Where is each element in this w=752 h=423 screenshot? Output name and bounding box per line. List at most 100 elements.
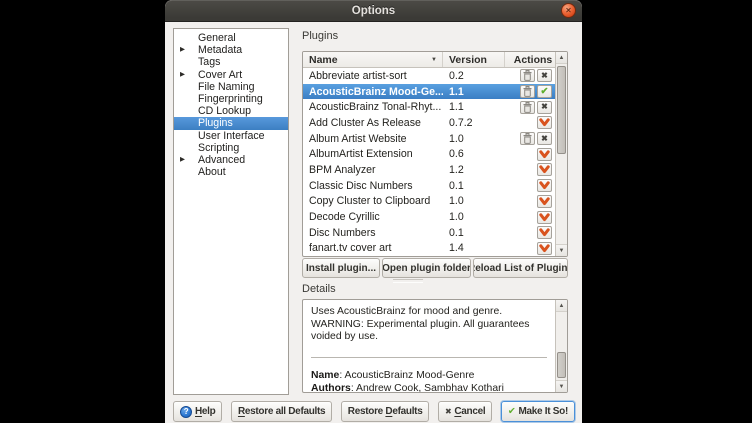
download-plugin-button[interactable] xyxy=(537,116,552,129)
plugin-actions xyxy=(505,226,555,239)
scrollbar-thumb[interactable] xyxy=(557,66,566,154)
sidebar-item-tags[interactable]: Tags xyxy=(174,56,288,68)
download-icon xyxy=(539,181,550,190)
download-plugin-button[interactable] xyxy=(537,179,552,192)
download-icon xyxy=(539,150,550,159)
sidebar-item-label: Plugins xyxy=(198,117,233,129)
sidebar-item-general[interactable]: General xyxy=(174,32,288,44)
plugin-enabled-toggle[interactable]: ✔ xyxy=(537,85,552,98)
sidebar-item-fingerprinting[interactable]: Fingerprinting xyxy=(174,93,288,105)
trash-icon xyxy=(523,102,532,113)
options-dialog: Options ✕ General▶MetadataTags▶Cover Art… xyxy=(165,0,582,423)
column-header-actions[interactable]: Actions xyxy=(505,52,555,67)
plugin-version: 0.1 xyxy=(443,227,505,239)
plugin-actions: ✖ xyxy=(505,132,555,145)
x-icon: ✖ xyxy=(541,135,548,143)
plugin-row[interactable]: Disc Numbers0.1 xyxy=(303,225,555,241)
expand-arrow-icon[interactable]: ▶ xyxy=(180,69,185,81)
x-icon: ✖ xyxy=(541,103,548,111)
plugin-row[interactable]: AcousticBrainz Mood-Ge...1.1✔ xyxy=(303,84,555,100)
sidebar-item-metadata[interactable]: ▶ Metadata xyxy=(174,44,288,56)
plugin-name: Add Cluster As Release xyxy=(303,117,443,129)
cancel-button[interactable]: ✖Cancel xyxy=(438,401,492,422)
sidebar-item-label: User Interface xyxy=(198,130,265,142)
uninstall-plugin-button[interactable] xyxy=(520,132,535,145)
sidebar-item-label: Fingerprinting xyxy=(198,93,263,105)
sidebar-item-cover-art[interactable]: ▶Cover Art xyxy=(174,69,288,81)
sidebar-item-cd-lookup[interactable]: CD Lookup xyxy=(174,105,288,117)
restore-defaults-button[interactable]: Restore Defaults xyxy=(341,401,430,422)
scroll-down-button[interactable]: ▼ xyxy=(556,380,567,392)
plugin-row[interactable]: AlbumArtist Extension0.6 xyxy=(303,146,555,162)
close-button[interactable]: ✕ xyxy=(561,3,576,18)
download-plugin-button[interactable] xyxy=(537,163,552,176)
plugin-row[interactable]: Decode Cyrillic1.0 xyxy=(303,209,555,225)
help-button[interactable]: ?Help xyxy=(173,401,222,422)
plugin-row[interactable]: Copy Cluster to Clipboard1.0 xyxy=(303,194,555,210)
expand-arrow-icon[interactable]: ▶ xyxy=(180,44,185,56)
sidebar-item-plugins[interactable]: Plugins xyxy=(174,117,288,129)
plugin-description: Uses AcousticBrainz for mood and genre. … xyxy=(311,306,549,344)
plugin-disabled-toggle[interactable]: ✖ xyxy=(537,101,552,114)
column-header-version[interactable]: Version xyxy=(443,52,505,67)
plugin-row[interactable]: Album Artist Website1.0✖ xyxy=(303,131,555,147)
download-icon xyxy=(539,197,550,206)
sidebar-item-scripting[interactable]: Scripting xyxy=(174,142,288,154)
scroll-up-button[interactable]: ▲ xyxy=(556,52,567,64)
download-plugin-button[interactable] xyxy=(537,242,552,255)
plugin-disabled-toggle[interactable]: ✖ xyxy=(537,69,552,82)
window-title: Options xyxy=(352,5,395,17)
download-plugin-button[interactable] xyxy=(537,195,552,208)
plugin-disabled-toggle[interactable]: ✖ xyxy=(537,132,552,145)
plugin-row[interactable]: BPM Analyzer1.2 xyxy=(303,162,555,178)
sidebar-item-file-naming[interactable]: File Naming xyxy=(174,81,288,93)
plugin-table-header: Name ▼ Version Actions xyxy=(303,52,555,68)
open-plugin-folder-button[interactable]: Open plugin folder xyxy=(382,258,471,278)
download-icon xyxy=(539,228,550,237)
sidebar-item-user-interface[interactable]: User Interface xyxy=(174,130,288,142)
expand-arrow-icon[interactable]: ▶ xyxy=(180,154,185,166)
plugins-details-splitter[interactable] xyxy=(393,279,423,283)
plugin-version: 1.0 xyxy=(443,133,505,145)
plugin-name: BPM Analyzer xyxy=(303,164,443,176)
reload-plugin-list-button[interactable]: Reload List of Plugins xyxy=(473,258,568,278)
uninstall-plugin-button[interactable] xyxy=(520,85,535,98)
plugin-row[interactable]: AcousticBrainz Tonal-Rhyt...1.1✖ xyxy=(303,99,555,115)
scroll-up-button[interactable]: ▲ xyxy=(556,300,567,312)
plugin-version: 0.1 xyxy=(443,180,505,192)
titlebar[interactable]: Options ✕ xyxy=(165,0,582,22)
plugin-row[interactable]: fanart.tv cover art1.4 xyxy=(303,241,555,257)
uninstall-plugin-button[interactable] xyxy=(520,69,535,82)
options-category-tree: General▶MetadataTags▶Cover ArtFile Namin… xyxy=(173,28,289,395)
plugin-version: 1.4 xyxy=(443,242,505,254)
install-plugin-button[interactable]: Install plugin... xyxy=(302,258,380,278)
download-plugin-button[interactable] xyxy=(537,148,552,161)
download-plugin-button[interactable] xyxy=(537,226,552,239)
sidebar-item-advanced[interactable]: ▶ Advanced xyxy=(174,154,288,166)
dialog-footer: ?Help Restore all Defaults Restore Default… xyxy=(173,401,575,422)
plugin-table: Name ▼ Version Actions Abbreviate artist… xyxy=(302,51,568,257)
plugin-list-scrollbar[interactable]: ▲ ▼ xyxy=(555,52,567,256)
uninstall-plugin-button[interactable] xyxy=(520,101,535,114)
sort-descending-icon: ▼ xyxy=(431,57,437,63)
make-it-so-button[interactable]: ✔Make It So! xyxy=(501,401,575,422)
scrollbar-thumb[interactable] xyxy=(557,352,566,378)
download-plugin-button[interactable] xyxy=(537,211,552,224)
sidebar-item-label: Advanced xyxy=(198,154,245,166)
plugin-name: AcousticBrainz Mood-Ge... xyxy=(303,86,443,98)
trash-icon xyxy=(523,133,532,144)
cancel-x-icon: ✖ xyxy=(445,408,451,416)
sidebar-item-label: Metadata xyxy=(198,44,242,56)
scroll-down-button[interactable]: ▼ xyxy=(556,244,567,256)
sidebar-item-label: File Naming xyxy=(198,81,255,93)
button-label: Make It So! xyxy=(519,406,569,417)
plugin-row[interactable]: Add Cluster As Release0.7.2 xyxy=(303,115,555,131)
plugin-actions xyxy=(505,195,555,208)
plugin-row[interactable]: Abbreviate artist-sort0.2✖ xyxy=(303,68,555,84)
plugin-row[interactable]: Classic Disc Numbers0.1 xyxy=(303,178,555,194)
sidebar-item-about[interactable]: About xyxy=(174,166,288,178)
details-scrollbar[interactable]: ▲ ▼ xyxy=(555,300,567,392)
column-header-name[interactable]: Name ▼ xyxy=(303,52,443,67)
restore-all-defaults-button[interactable]: Restore all Defaults xyxy=(231,401,332,422)
plugin-name: Disc Numbers xyxy=(303,227,443,239)
